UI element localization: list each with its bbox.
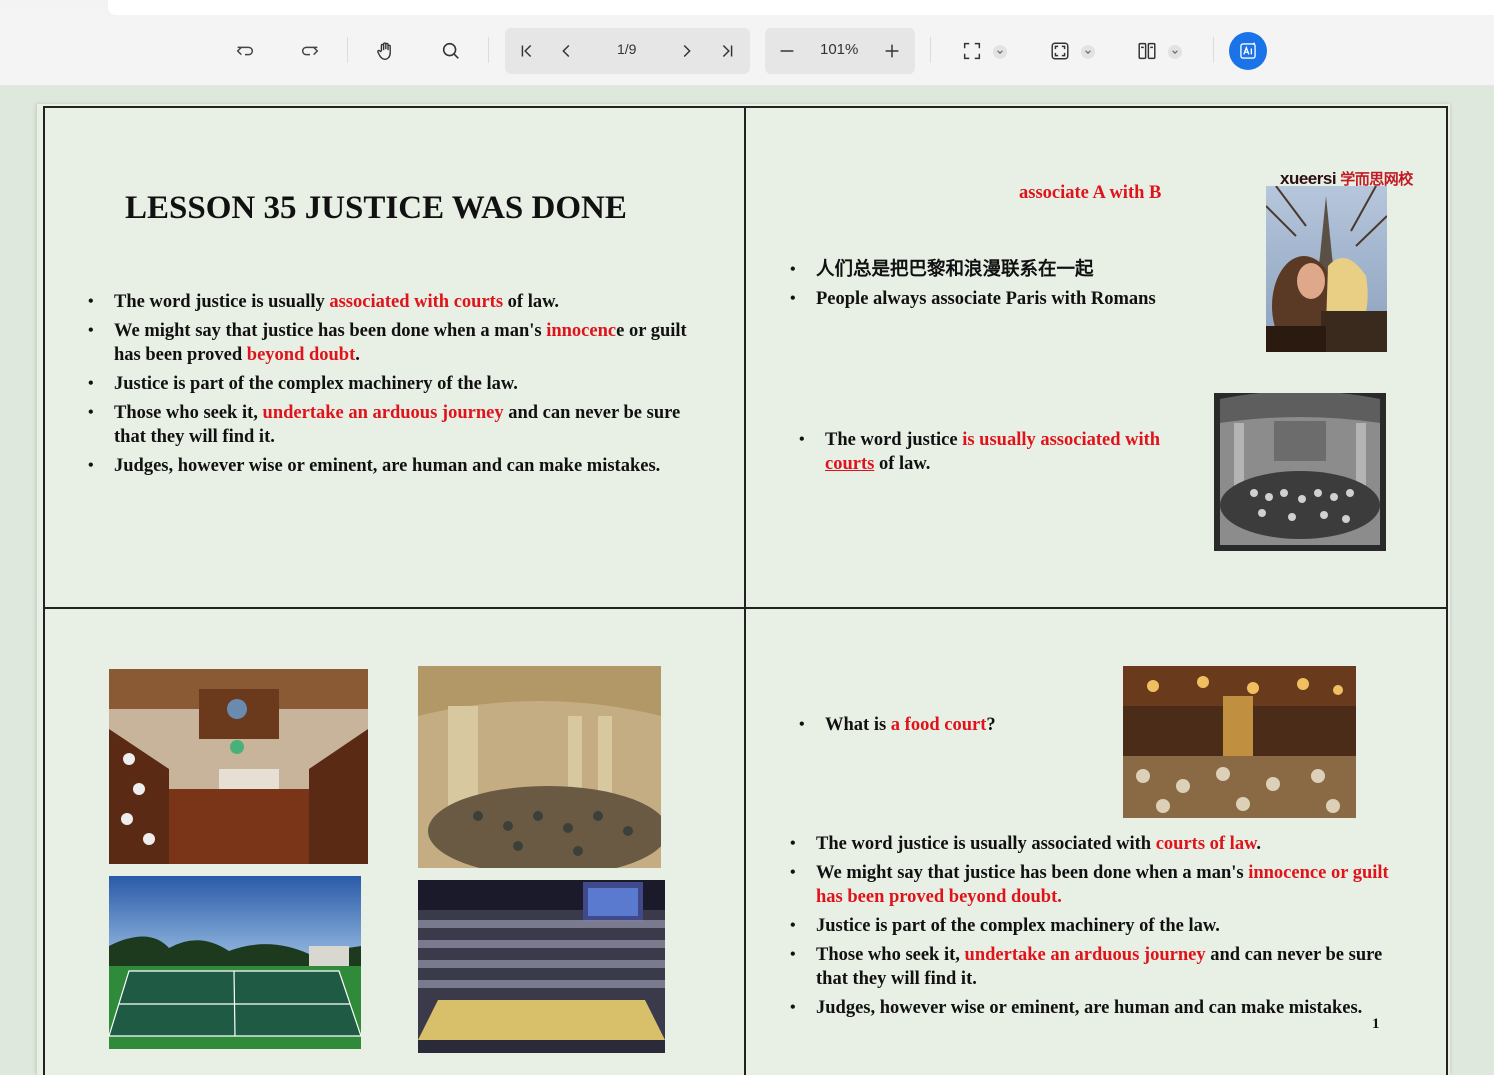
next-page-icon[interactable] (670, 35, 702, 67)
bullet-text: The word justice (825, 430, 963, 450)
bullet-text: Justice is part of the complex machinery… (114, 374, 518, 394)
paris-couple-photo (1266, 186, 1387, 352)
chevron-down-icon[interactable] (1081, 45, 1095, 59)
bullet-text: Justice is part of the complex machinery… (816, 916, 1220, 936)
tab-area (108, 0, 1494, 15)
redo-icon[interactable] (294, 35, 326, 67)
bullet-item: Those who seek it, undertake an arduous … (88, 401, 708, 449)
bullet-item: People always associate Paris with Roman… (790, 287, 1230, 311)
associate-bullet-list: 人们总是把巴黎和浪漫联系在一起 People always associate P… (790, 258, 1230, 316)
bullet-item: Those who seek it, undertake an arduous … (790, 943, 1410, 991)
ai-assistant-icon[interactable] (1229, 32, 1267, 70)
bullet-text: People always associate Paris with Roman… (816, 289, 1156, 309)
zoom-out-icon[interactable] (771, 35, 803, 67)
fullscreen-icon[interactable] (956, 35, 988, 67)
bullet-item: Judges, however wise or eminent, are hum… (88, 454, 708, 478)
zoom-level[interactable]: 101% (820, 41, 858, 58)
prev-page-icon[interactable] (551, 35, 583, 67)
chevron-down-icon[interactable] (1168, 45, 1182, 59)
zoom-in-icon[interactable] (876, 35, 908, 67)
highlighted-phrase: beyond doubt (246, 345, 356, 365)
food-court-photo (1123, 666, 1356, 818)
right-bullet-list: The word justice is usually associated w… (790, 832, 1410, 1025)
bullet-text: We might say that justice has been done … (816, 863, 1249, 883)
basketball-arena-photo (418, 880, 665, 1053)
highlighted-phrase: a food court (890, 715, 987, 735)
two-page-view-icon[interactable] (1131, 35, 1163, 67)
bullet-item: 人们总是把巴黎和浪漫联系在一起 (790, 258, 1230, 282)
viewer-toolbar: 1/9 101% (0, 15, 1494, 86)
justice-bullet: The word justice is usually associated w… (799, 428, 1199, 481)
bullet-text: Judges, however wise or eminent, are hum… (114, 456, 661, 476)
lesson-title: LESSON 35 JUSTICE WAS DONE (125, 190, 627, 226)
tennis-court-photo (109, 876, 361, 1049)
bullet-item: We might say that justice has been done … (88, 319, 708, 367)
bullet-item: Judges, however wise or eminent, are hum… (790, 996, 1410, 1020)
bullet-text: Those who seek it, (114, 403, 263, 423)
bullet-text: We might say that justice has been done … (114, 321, 547, 341)
bullet-text: Those who seek it, (816, 945, 965, 965)
page-indicator[interactable]: 1/9 (617, 41, 636, 57)
bullet-item: We might say that justice has been done … (790, 861, 1410, 909)
fit-page-icon[interactable] (1044, 35, 1076, 67)
courtroom-photo (109, 669, 368, 864)
bullet-item: Justice is part of the complex machinery… (790, 914, 1410, 938)
slide-divider-vertical (744, 106, 746, 1075)
bullet-text: of law. (503, 292, 560, 312)
highlighted-phrase: is usually associated with (962, 430, 1161, 450)
highlighted-phrase: innocenc (546, 321, 617, 341)
highlighted-phrase: undertake an arduous journey (262, 403, 504, 423)
undo-icon[interactable] (229, 35, 261, 67)
highlighted-phrase: associated with courts (329, 292, 504, 312)
bullet-text: 人们总是把巴黎和浪漫联系在一起 (816, 260, 1094, 280)
bullet-text: . (1256, 834, 1262, 854)
bullet-text: What is (825, 715, 891, 735)
window-top-strip (0, 0, 1494, 15)
bullet-item: Justice is part of the complex machinery… (88, 372, 708, 396)
first-page-icon[interactable] (511, 35, 543, 67)
left-bullet-list: The word justice is usually associated w… (88, 290, 708, 483)
hand-tool-icon[interactable] (370, 35, 402, 67)
bullet-text: of law. (874, 454, 931, 474)
bullet-text: Judges, however wise or eminent, are hum… (816, 998, 1363, 1018)
bullet-text: The word justice is usually associated w… (816, 834, 1156, 854)
highlighted-phrase: undertake an arduous journey (964, 945, 1206, 965)
toolbar-divider (1213, 37, 1214, 63)
bullet-text: The word justice is usually (114, 292, 330, 312)
highlighted-phrase: courts of law (1155, 834, 1257, 854)
slide-border-left (43, 106, 45, 1075)
bullet-text: ? (986, 715, 996, 735)
slide-border-right (1446, 106, 1448, 1075)
toolbar-divider (347, 37, 348, 63)
associate-heading: associate A with B (1019, 183, 1162, 203)
page-number: 1 (1372, 1016, 1380, 1032)
search-icon[interactable] (435, 35, 467, 67)
toolbar-divider (488, 37, 489, 63)
chevron-down-icon[interactable] (993, 45, 1007, 59)
bullet-item: The word justice is usually associated w… (790, 832, 1410, 856)
bullet-text: . (355, 345, 360, 365)
toolbar-divider (930, 37, 931, 63)
last-page-icon[interactable] (711, 35, 743, 67)
bullet-item: The word justice is usually associated w… (799, 428, 1199, 476)
court-engraving-image (1214, 393, 1386, 551)
historic-courtroom-painting (418, 666, 661, 868)
bullet-item: What is a food court? (799, 713, 1119, 737)
highlighted-phrase: courts (825, 454, 875, 474)
bullet-item: The word justice is usually associated w… (88, 290, 708, 314)
food-court-bullet: What is a food court? (799, 713, 1119, 742)
